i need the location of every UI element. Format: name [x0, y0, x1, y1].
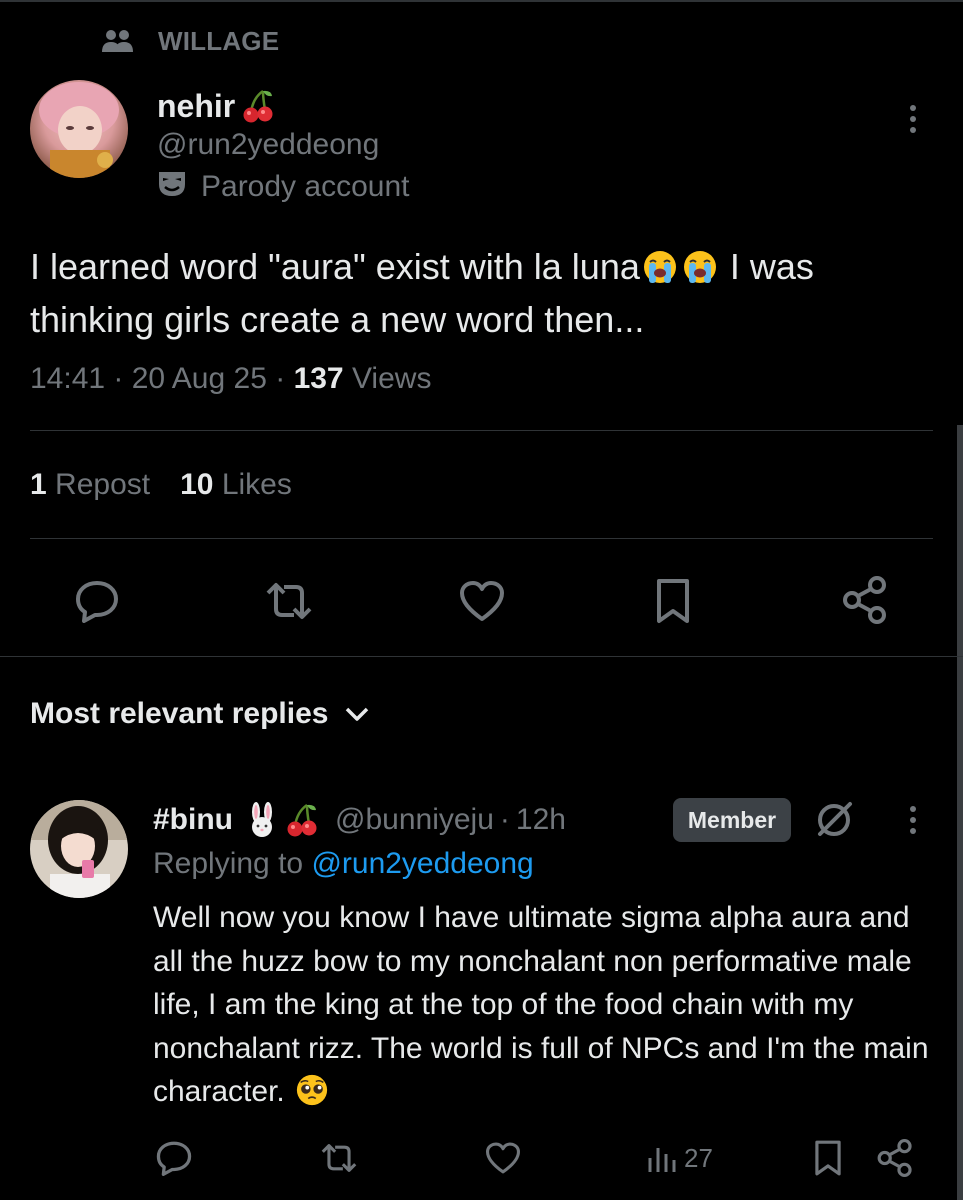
- bookmark-button[interactable]: [651, 576, 695, 626]
- separator-dot: ·: [499, 803, 510, 836]
- author-name[interactable]: nehir: [157, 88, 235, 125]
- chevron-down-icon: [344, 697, 370, 731]
- member-badge[interactable]: Member: [673, 798, 791, 842]
- reply-icon: [76, 581, 118, 623]
- repost-icon: [266, 583, 312, 619]
- reply-author-name[interactable]: #binu: [153, 803, 233, 837]
- drama-masks-icon: [157, 168, 187, 206]
- crying-emoji: [642, 246, 678, 283]
- post-text-part1: I learned word "aura" exist with la luna: [30, 246, 640, 287]
- views-label: Views: [351, 362, 432, 395]
- bookmark-icon: [815, 1140, 841, 1176]
- reply-repost-button[interactable]: [318, 1136, 360, 1180]
- divider: [0, 656, 963, 657]
- reply-author-handle[interactable]: @bunniyeju: [335, 803, 494, 837]
- more-dot: [910, 806, 916, 812]
- community-note-button[interactable]: [812, 798, 856, 842]
- more-dot: [910, 127, 916, 133]
- replies-sort-dropdown[interactable]: Most relevant replies: [30, 697, 370, 731]
- post-text: I learned word "aura" exist with la luna…: [30, 240, 940, 346]
- replying-to-prefix: Replying to: [153, 847, 304, 880]
- reply-more-options-button[interactable]: [898, 800, 928, 840]
- replying-to: Replying to @run2yeddeong: [153, 847, 534, 881]
- post-author: nehir @run2yeddeong Parody account: [157, 86, 409, 206]
- parody-label: Parody account: [157, 168, 409, 206]
- crying-emoji: [682, 246, 718, 283]
- cherries-emoji: [285, 802, 321, 838]
- like-icon: [460, 581, 504, 621]
- slashed-circle-icon: [818, 802, 852, 836]
- reply-text-body: Well now you know I have ultimate sigma …: [153, 901, 929, 1108]
- divider: [30, 430, 933, 431]
- reply-button[interactable]: [72, 576, 122, 626]
- community-label[interactable]: WILLAGE: [100, 26, 279, 57]
- bookmark-icon: [657, 579, 689, 623]
- community-people-icon: [100, 27, 136, 57]
- scrollbar[interactable]: [957, 425, 963, 1200]
- reply-share-button[interactable]: [876, 1136, 914, 1180]
- avatar[interactable]: [30, 80, 128, 178]
- post-meta: 14:41 · 20 Aug 25 · 137 Views: [30, 362, 432, 395]
- more-dot: [910, 828, 916, 834]
- replying-to-handle[interactable]: @run2yeddeong: [311, 847, 533, 880]
- reposts-label: Repost: [55, 468, 151, 501]
- reposts-stat[interactable]: 1 Repost: [30, 468, 150, 502]
- reply-views-count: 27: [684, 1142, 713, 1173]
- repost-icon: [321, 1144, 357, 1172]
- pleading-face-emoji: [295, 1073, 329, 1107]
- share-button[interactable]: [840, 574, 890, 626]
- reply-like-button[interactable]: [484, 1136, 522, 1180]
- post-time[interactable]: 14:41: [30, 362, 105, 395]
- post-detail-page: WILLAGE nehir @run2yeddeong Parody accou…: [0, 0, 963, 1200]
- author-handle[interactable]: @run2yeddeong: [157, 128, 409, 162]
- more-dot: [910, 817, 916, 823]
- more-options-button[interactable]: [898, 99, 928, 139]
- divider: [30, 538, 933, 539]
- reply-text: Well now you know I have ultimate sigma …: [153, 896, 943, 1114]
- top-border: [0, 0, 963, 2]
- author-name-row[interactable]: nehir: [157, 86, 409, 126]
- reply-avatar[interactable]: [30, 800, 128, 898]
- reply-icon: [156, 1141, 192, 1176]
- rabbit-emoji: [245, 802, 281, 838]
- likes-label: Likes: [221, 468, 292, 501]
- replies-header-label: Most relevant replies: [30, 697, 329, 730]
- reply-views-button[interactable]: 27: [646, 1136, 713, 1180]
- reply-header: #binu @bunniyeju · 12h: [153, 800, 566, 840]
- more-dot: [910, 116, 916, 122]
- post-date[interactable]: 20 Aug 25: [132, 362, 267, 395]
- likes-count: 10: [180, 468, 214, 501]
- community-name: WILLAGE: [158, 26, 280, 56]
- reply-reply-button[interactable]: [155, 1136, 193, 1180]
- repost-button[interactable]: [262, 576, 316, 626]
- share-icon: [877, 1139, 912, 1177]
- reply-time[interactable]: 12h: [516, 803, 566, 837]
- reposts-count: 1: [30, 468, 47, 501]
- like-icon: [485, 1142, 520, 1174]
- reply-bookmark-button[interactable]: [812, 1136, 844, 1180]
- likes-stat[interactable]: 10 Likes: [180, 468, 292, 502]
- share-icon: [843, 576, 886, 624]
- post-stats: 1 Repost 10 Likes: [30, 468, 292, 502]
- cherries-emoji: [241, 88, 277, 124]
- parody-text: Parody account: [201, 170, 410, 203]
- views-count: 137: [293, 362, 344, 395]
- analytics-icon: [648, 1148, 676, 1172]
- more-dot: [910, 105, 916, 111]
- like-button[interactable]: [457, 576, 507, 626]
